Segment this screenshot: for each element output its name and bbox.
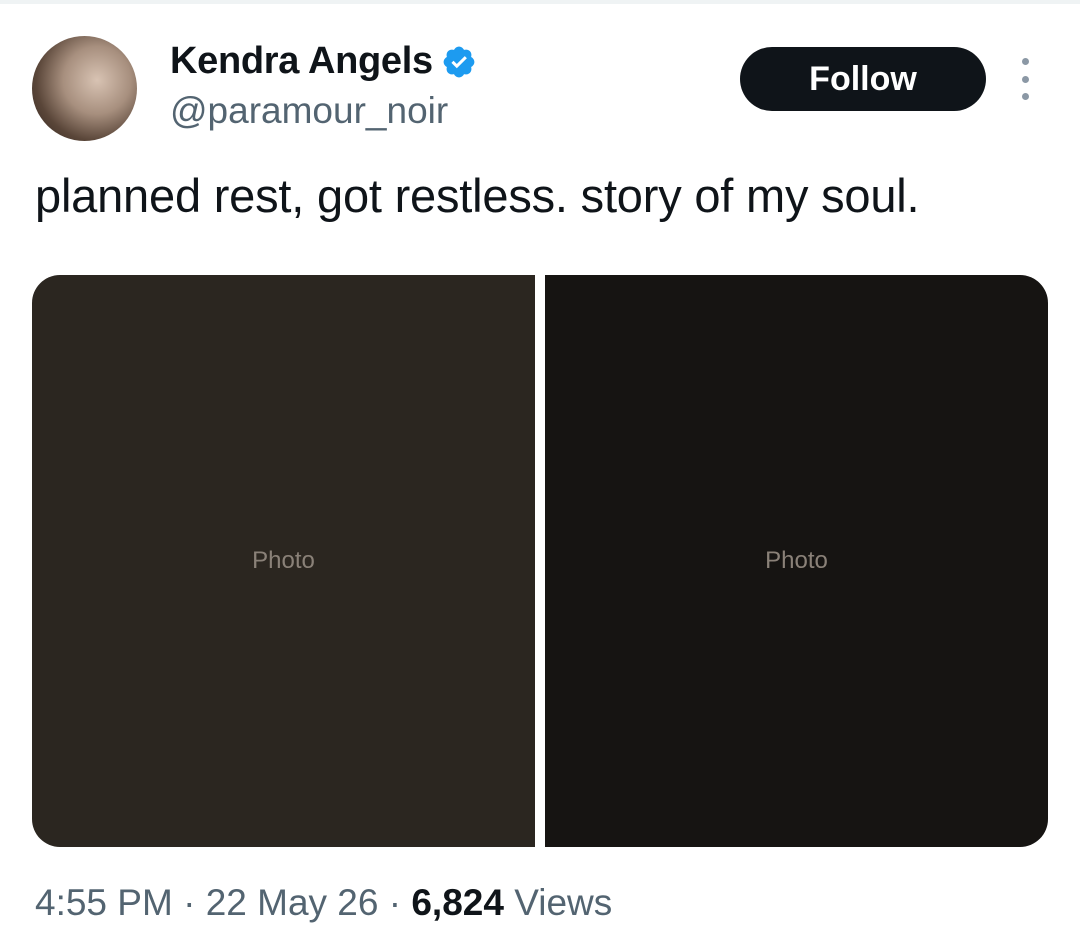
tweet-date[interactable]: 22 May 26 [206, 882, 379, 923]
tweet-photo-2[interactable]: Photo [545, 275, 1048, 847]
meta-separator: · [378, 882, 412, 923]
author-name-row: Kendra Angels [170, 40, 477, 83]
more-dot [1021, 75, 1029, 83]
more-dot [1021, 93, 1029, 100]
meta-separator: · [172, 882, 206, 923]
author-display-name[interactable]: Kendra Angels [170, 40, 433, 83]
author-handle[interactable]: @paramour_noir [170, 90, 448, 132]
more-dot [1021, 58, 1029, 65]
top-divider [0, 0, 1080, 4]
avatar[interactable] [32, 36, 137, 141]
tweet-text: planned rest, got restless. story of my … [35, 169, 920, 222]
more-vertical-icon[interactable] [1010, 58, 1040, 100]
verified-badge-icon [443, 46, 475, 77]
tweet-time[interactable]: 4:55 PM [35, 882, 173, 923]
tweet-meta: 4:55 PM · 22 May 26 · 6,824 Views [35, 882, 612, 924]
views-count: 6,824 [411, 882, 504, 923]
tweet-photo-1[interactable]: Photo [32, 275, 535, 847]
tweet-media-grid: Photo Photo [32, 275, 1048, 847]
views-label: Views [503, 882, 613, 923]
follow-button[interactable]: Follow [740, 47, 986, 111]
photo-placeholder-label: Photo [765, 547, 828, 574]
photo-placeholder-label: Photo [252, 547, 315, 574]
